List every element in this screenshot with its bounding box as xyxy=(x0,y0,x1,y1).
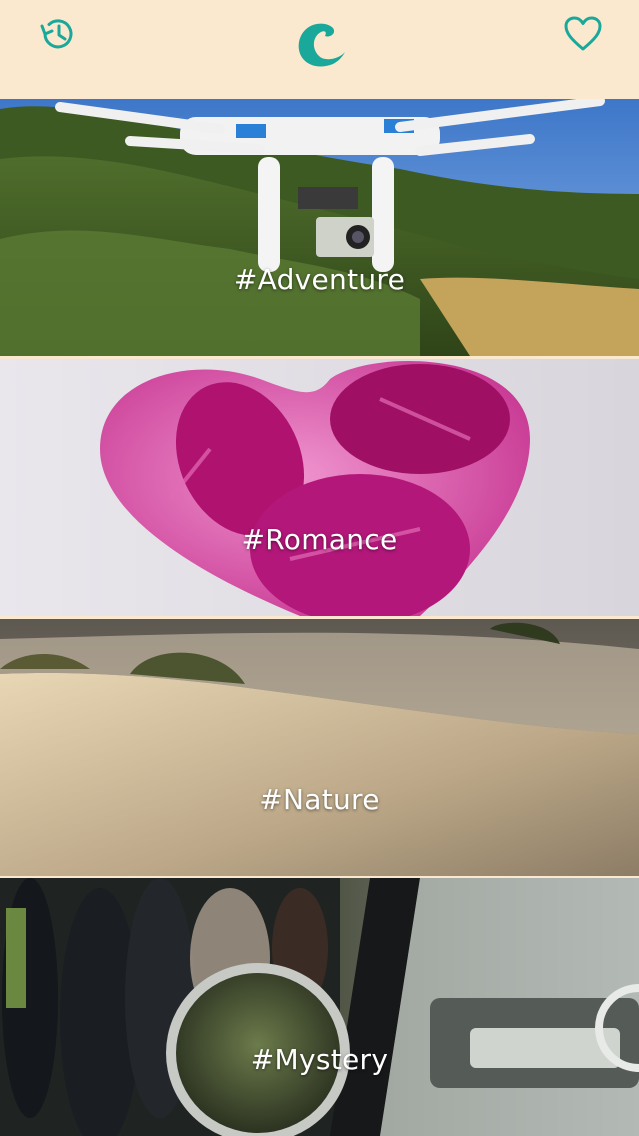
category-label: #Nature xyxy=(259,783,380,816)
nature-photo xyxy=(0,619,639,876)
category-label: #Romance xyxy=(241,523,398,556)
category-feed: #Adventure #Romance #Nature #Mystery xyxy=(0,99,639,1136)
romance-photo xyxy=(0,359,639,616)
heart-outline-icon xyxy=(564,16,602,51)
category-tile-nature[interactable]: #Nature xyxy=(0,619,639,876)
mystery-photo xyxy=(0,878,639,1136)
c-logo-icon[interactable] xyxy=(289,14,349,74)
category-tile-mystery[interactable]: #Mystery xyxy=(0,878,639,1136)
history-clock-icon xyxy=(40,19,73,49)
category-tile-adventure[interactable]: #Adventure xyxy=(0,99,639,356)
top-navigation-bar xyxy=(0,0,639,99)
category-tile-romance[interactable]: #Romance xyxy=(0,359,639,616)
category-label: #Adventure xyxy=(233,263,406,296)
history-button[interactable] xyxy=(33,10,81,58)
adventure-photo xyxy=(0,99,639,356)
category-label: #Mystery xyxy=(250,1043,389,1076)
favorites-button[interactable] xyxy=(559,10,607,58)
